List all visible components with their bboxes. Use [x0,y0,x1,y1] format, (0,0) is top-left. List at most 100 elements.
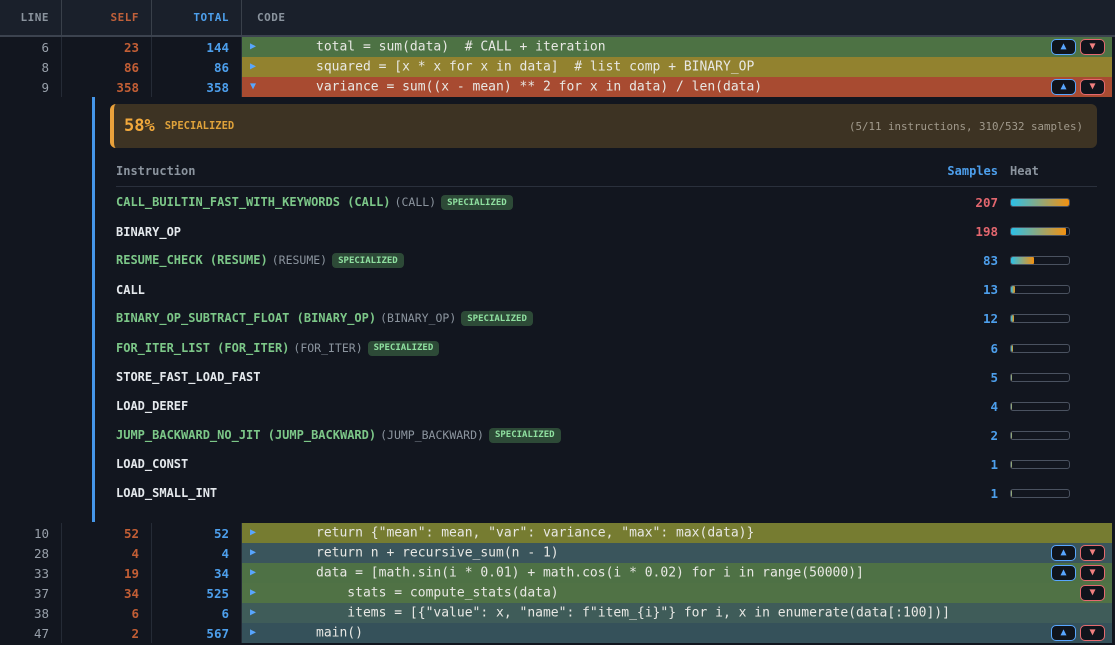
specialized-badge: SPECIALIZED [368,341,440,356]
jump-down-button[interactable]: ▼ [1080,585,1105,601]
expand-arrow-icon[interactable]: ▶ [250,588,256,598]
total-samples: 6 [152,603,242,623]
instruction-row: LOAD_SMALL_INT1 [116,479,1097,508]
instruction-row: BINARY_OP198 [116,217,1097,246]
specialized-badge: SPECIALIZED [332,253,404,268]
instruction-base-name: (BINARY_OP) [380,311,456,325]
self-samples: 23 [62,37,152,57]
line-number: 47 [0,623,62,643]
instruction-name: LOAD_CONST [116,457,908,471]
instruction-name: LOAD_DEREF [116,399,908,413]
instruction-base-name: (CALL) [395,195,437,209]
expand-arrow-icon[interactable]: ▶ [250,568,256,578]
instruction-table: Instruction Samples Heat CALL_BUILTIN_FA… [116,164,1097,508]
jump-down-button[interactable]: ▼ [1080,565,1105,581]
expand-arrow-icon[interactable]: ▶ [250,528,256,538]
instruction-row: BINARY_OP_SUBTRACT_FLOAT (BINARY_OP)(BIN… [116,304,1097,333]
self-samples: 358 [62,77,152,97]
line-number: 38 [0,603,62,623]
specialization-banner: 58% SPECIALIZED (5/11 instructions, 310/… [110,104,1097,148]
instruction-name: CALL [116,283,908,297]
instruction-name: LOAD_SMALL_INT [116,486,908,500]
total-samples: 144 [152,37,242,57]
instruction-row: RESUME_CHECK (RESUME)(RESUME)SPECIALIZED… [116,246,1097,275]
row-nav-buttons: ▲▼ [1051,545,1105,561]
instruction-row: JUMP_BACKWARD_NO_JIT (JUMP_BACKWARD)(JUM… [116,421,1097,450]
heat-bar [1010,431,1070,440]
code-cell[interactable]: ▶main()▲▼ [242,623,1112,643]
expand-arrow-icon[interactable]: ▶ [250,628,256,638]
column-header-total: TOTAL [152,0,242,35]
heat-bar-fill [1011,199,1069,206]
code-cell[interactable]: ▶ items = [{"value": x, "name": f"item_{… [242,603,1112,623]
total-samples: 4 [152,543,242,563]
heat-bar [1010,402,1070,411]
heat-cell [998,314,1097,323]
code-text: stats = compute_stats(data) [316,586,559,601]
jump-up-button[interactable]: ▲ [1051,625,1076,641]
jump-up-button[interactable]: ▲ [1051,79,1076,95]
heat-cell [998,256,1097,265]
code-line-row: 623144▶total = sum(data) # CALL + iterat… [0,37,1115,57]
code-cell[interactable]: ▶ total = sum(data) # CALL + iteration ▲▼ [242,37,1112,57]
row-nav-buttons: ▲▼ [1051,565,1105,581]
heat-bar [1010,198,1070,207]
expand-arrow-icon[interactable]: ▶ [250,608,256,618]
heat-cell [998,227,1097,236]
self-samples: 34 [62,583,152,603]
code-cell[interactable]: ▶squared = [x * x for x in data] # list … [242,57,1112,77]
samples-value: 1 [908,457,998,472]
jump-down-button[interactable]: ▼ [1080,79,1105,95]
heat-cell [998,460,1097,469]
expand-arrow-icon[interactable]: ▶ [250,62,256,72]
total-samples: 567 [152,623,242,643]
jump-up-button[interactable]: ▲ [1051,565,1076,581]
instruction-row: LOAD_DEREF4 [116,392,1097,421]
self-samples: 19 [62,563,152,583]
code-text: total = sum(data) # CALL + iteration [316,40,606,55]
instruction-name: STORE_FAST_LOAD_FAST [116,370,908,384]
line-number: 28 [0,543,62,563]
self-samples: 2 [62,623,152,643]
samples-value: 1 [908,486,998,501]
code-cell[interactable]: ▼variance = sum((x - mean) ** 2 for x in… [242,77,1112,97]
heat-cell [998,431,1097,440]
code-line-row: 88686▶squared = [x * x for x in data] # … [0,57,1115,77]
jump-down-button[interactable]: ▼ [1080,545,1105,561]
code-cell[interactable]: ▶ return n + recursive_sum(n - 1) ▲▼ [242,543,1112,563]
self-samples: 52 [62,523,152,543]
heat-cell [998,344,1097,353]
jump-up-button[interactable]: ▲ [1051,39,1076,55]
instruction-column-header: Instruction [116,164,908,178]
instruction-name: BINARY_OP [116,225,908,239]
expand-arrow-icon[interactable]: ▶ [250,42,256,52]
expand-arrow-icon[interactable]: ▶ [250,548,256,558]
code-cell[interactable]: ▶data = [math.sin(i * 0.01) + math.cos(i… [242,563,1112,583]
samples-value: 12 [908,311,998,326]
instruction-name: CALL_BUILTIN_FAST_WITH_KEYWORDS (CALL)(C… [116,195,908,210]
samples-value: 4 [908,399,998,414]
heat-bar-fill [1011,228,1066,235]
heat-bar [1010,285,1070,294]
instruction-row: STORE_FAST_LOAD_FAST5 [116,363,1097,392]
heat-cell [998,373,1097,382]
instruction-base-name: (FOR_ITER) [293,341,362,355]
code-cell[interactable]: ▶ return {"mean": mean, "var": variance, … [242,523,1112,543]
instruction-name: FOR_ITER_LIST (FOR_ITER)(FOR_ITER)SPECIA… [116,341,908,356]
jump-down-button[interactable]: ▼ [1080,39,1105,55]
instruction-rows: CALL_BUILTIN_FAST_WITH_KEYWORDS (CALL)(C… [116,187,1097,508]
code-text: return {"mean": mean, "var": variance, "… [316,526,754,541]
heat-bar-fill [1011,461,1012,468]
instruction-row: CALL_BUILTIN_FAST_WITH_KEYWORDS (CALL)(C… [116,188,1097,217]
jump-down-button[interactable]: ▼ [1080,625,1105,641]
code-text: return n + recursive_sum(n - 1) [316,546,559,561]
samples-value: 207 [908,195,998,210]
table-header: LINE SELF TOTAL CODE [0,0,1115,37]
total-samples: 34 [152,563,242,583]
jump-up-button[interactable]: ▲ [1051,545,1076,561]
collapse-arrow-icon[interactable]: ▼ [250,82,256,92]
indent-guide-line [92,97,95,522]
instruction-table-header: Instruction Samples Heat [116,164,1097,178]
code-line-row: 3734525▶ stats = compute_stats(data)▼ [0,583,1115,603]
code-cell[interactable]: ▶ stats = compute_stats(data) ▼ [242,583,1112,603]
